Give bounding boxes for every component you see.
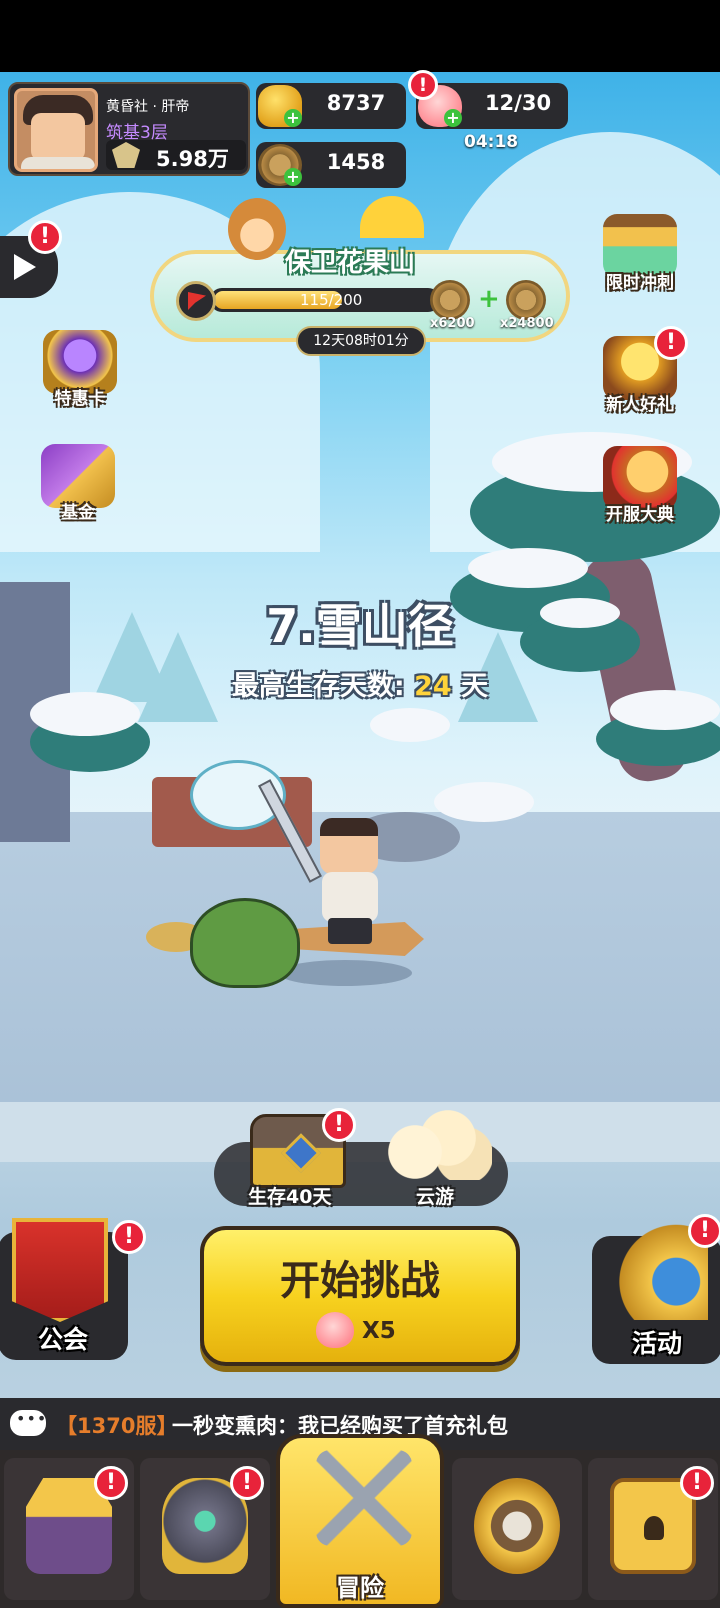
- stamina-alert-badge: !: [408, 70, 438, 100]
- sprint-label: 限时冲刺: [606, 273, 674, 293]
- status-bar: [0, 0, 720, 72]
- vip-card-label: 特惠卡: [54, 389, 106, 409]
- tree-snow: [468, 548, 588, 588]
- best-survival: 最高生存天数: 24 天: [0, 664, 720, 703]
- crossed-swords-icon: [316, 1450, 412, 1546]
- monkey-king-icon: [228, 198, 286, 260]
- reward-coin-icon[interactable]: [506, 280, 546, 320]
- stage-title: 7.雪山径: [266, 599, 454, 653]
- guild-button[interactable]: 公会: [0, 1218, 128, 1360]
- add-gold-icon[interactable]: +: [284, 109, 302, 127]
- activity-alert-badge: !: [688, 1214, 720, 1248]
- reward-coin-icon[interactable]: [430, 280, 470, 320]
- start-cost-value: X5: [362, 1318, 396, 1344]
- event-title: 保卫花果山: [285, 248, 416, 278]
- nav-adventure[interactable]: 冒险: [276, 1434, 444, 1608]
- time-limited-sprint-button[interactable]: 限时冲刺: [590, 214, 690, 293]
- fund-label: 基金: [61, 503, 95, 523]
- coin-value: 1458: [326, 150, 386, 174]
- hero-body: [322, 872, 378, 922]
- reward-2-amount: x24800: [500, 316, 554, 331]
- start-challenge-label: 开始挑战: [280, 1258, 440, 1304]
- chat-server: 【1370服】: [56, 1414, 178, 1438]
- reward-1-amount: x6200: [430, 316, 475, 331]
- power-display: 5.98万: [106, 140, 246, 171]
- fund-button[interactable]: 基金: [28, 444, 128, 523]
- activity-label: 活动: [631, 1329, 682, 1358]
- server-ceremony-button[interactable]: 开服大典: [590, 446, 690, 525]
- gold-value: 8737: [326, 91, 386, 115]
- start-challenge-button[interactable]: 开始挑战 X5: [200, 1226, 520, 1366]
- best-survival-days: 24: [414, 671, 452, 702]
- nav-adventure-label: 冒险: [336, 1574, 384, 1602]
- hero-shadow: [278, 960, 412, 986]
- nav-treasure-badge: !: [680, 1466, 714, 1500]
- power-icon: [112, 142, 140, 168]
- player-avatar[interactable]: [14, 88, 98, 172]
- hero-character: [310, 818, 390, 948]
- guild-label: 公会: [37, 1325, 88, 1354]
- event-progress-text: 115/200: [300, 291, 363, 309]
- best-survival-unit: 天: [461, 671, 489, 702]
- coin-resource[interactable]: + 1458: [256, 142, 406, 188]
- best-survival-label: 最高生存天数:: [231, 671, 405, 702]
- power-value: 5.98万: [156, 147, 229, 171]
- start-cost: X5: [316, 1312, 416, 1352]
- guild-alert-badge: !: [112, 1220, 146, 1254]
- guild-banner-icon: [12, 1218, 108, 1322]
- event-time-left: 12天08时01分: [296, 326, 426, 356]
- hero-legs: [328, 918, 372, 944]
- cloud-travel-button[interactable]: [382, 1110, 492, 1180]
- green-dragon-pet: [190, 898, 300, 988]
- gold-resource[interactable]: + 8737: [256, 83, 406, 129]
- add-stamina-icon[interactable]: +: [444, 109, 462, 127]
- stamina-value: 12/30: [484, 91, 552, 115]
- stamina-timer: 04:18: [464, 132, 519, 152]
- player-name: 黄昏社 · 肝帝: [106, 99, 190, 115]
- activity-button[interactable]: 活动: [592, 1224, 720, 1364]
- chat-bubble-icon: [10, 1409, 47, 1436]
- vip-card-button[interactable]: 特惠卡: [30, 330, 130, 409]
- chest-alert-badge: !: [322, 1108, 356, 1142]
- stamina-resource[interactable]: + 12/30: [416, 83, 568, 129]
- hero-head: [320, 818, 378, 874]
- newbie-gift-label: 新人好礼: [606, 395, 674, 415]
- add-coin-icon[interactable]: +: [284, 168, 302, 186]
- play-alert-badge: !: [28, 220, 62, 254]
- cloud-label: 云游: [416, 1186, 455, 1208]
- server-ceremony-label: 开服大典: [606, 505, 674, 525]
- snow-mound: [434, 782, 534, 822]
- flag-icon: [176, 281, 216, 321]
- rock-snow: [370, 708, 450, 742]
- nav-upgrade[interactable]: [452, 1458, 582, 1600]
- player-profile[interactable]: 黄昏社 · 肝帝 筑基3层 5.98万: [8, 82, 250, 176]
- newbie-gift-alert-badge: !: [654, 326, 688, 360]
- nav-shop-badge: !: [94, 1466, 128, 1500]
- upgrade-arrow-icon: [474, 1478, 560, 1574]
- chest-label: 生存40天: [248, 1186, 332, 1208]
- nav-equipment-badge: !: [230, 1466, 264, 1500]
- peach-icon: [316, 1312, 354, 1348]
- reward-plus-icon: +: [478, 284, 500, 314]
